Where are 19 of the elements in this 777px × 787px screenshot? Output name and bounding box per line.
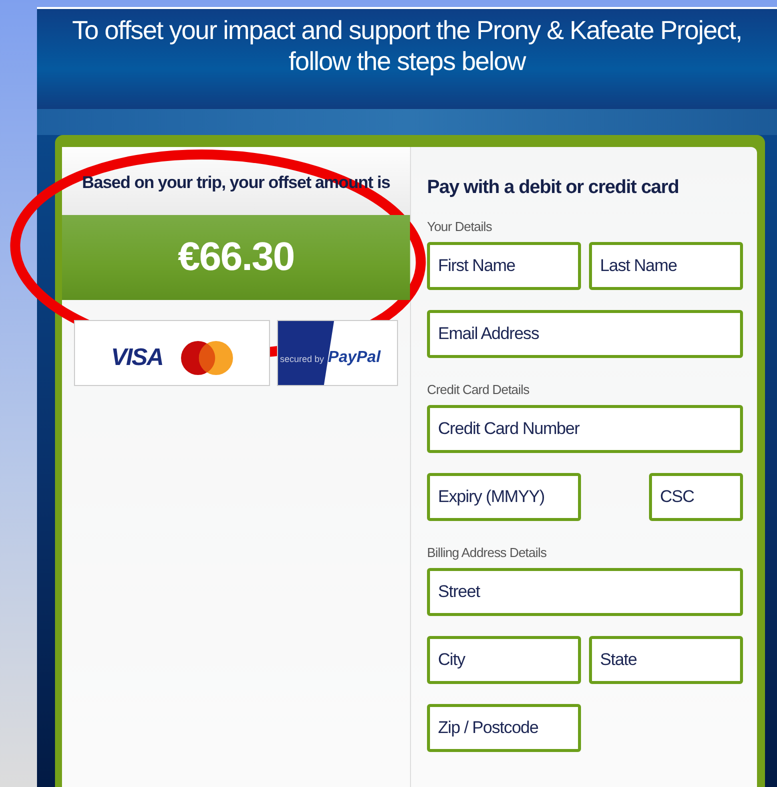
input-field[interactable]: State xyxy=(589,636,743,684)
input-field[interactable]: First Name xyxy=(427,242,581,290)
mastercard-icon xyxy=(181,340,233,376)
input-field[interactable]: Street xyxy=(427,568,743,616)
offset-amount: €66.30 xyxy=(62,215,410,300)
section-label: Billing Address Details xyxy=(427,545,548,560)
input-field[interactable]: Zip / Postcode xyxy=(427,704,581,752)
section-label: Your Details xyxy=(427,219,493,234)
input-field[interactable]: CSC xyxy=(649,473,743,521)
input-field[interactable]: Expiry (MMYY) xyxy=(427,473,581,521)
visa-logo: VISA xyxy=(110,344,163,372)
input-field[interactable]: City xyxy=(427,636,581,684)
form-heading: Pay with a debit or credit card xyxy=(427,177,680,199)
input-field[interactable]: Credit Card Number xyxy=(427,405,743,453)
input-field[interactable]: Last Name xyxy=(589,242,743,290)
page-title: To offset your impact and support the Prony & Kafeate Project, follow the steps below xyxy=(71,15,743,78)
input-field[interactable]: Email Address xyxy=(427,310,743,358)
paypal-wordmark: PayPal xyxy=(328,348,381,367)
section-label: Credit Card Details xyxy=(427,382,530,397)
